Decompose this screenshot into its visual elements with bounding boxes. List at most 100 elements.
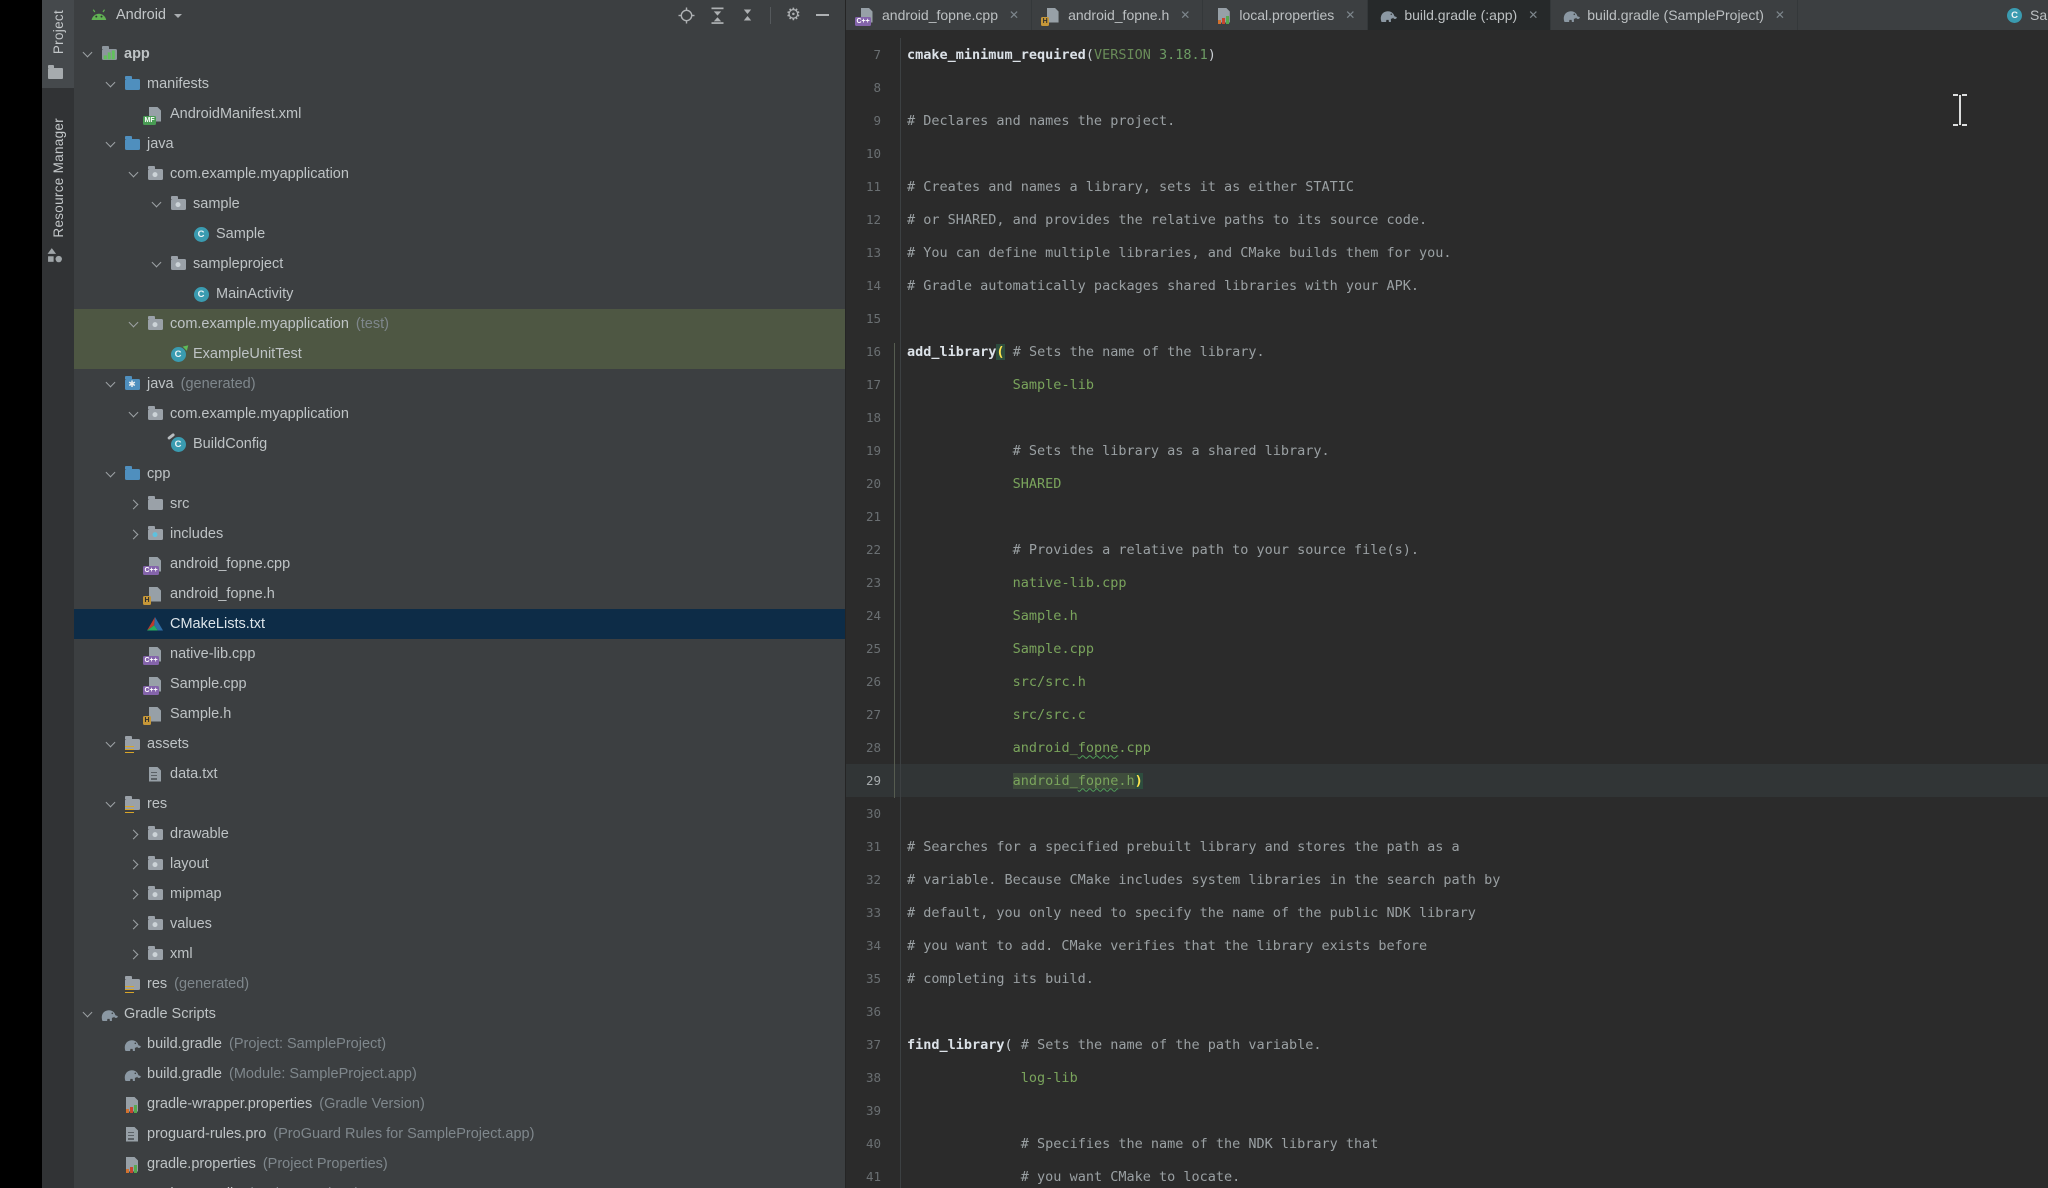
tree-item[interactable]: data.txt (74, 759, 845, 789)
code-text[interactable]: # Gradle automatically packages shared l… (901, 278, 1419, 294)
code-text[interactable]: # default, you only need to specify the … (901, 905, 1476, 921)
editor-tab[interactable]: CSample (1994, 0, 2048, 30)
tree-item[interactable]: sampleproject (74, 249, 845, 279)
chevron-down-icon[interactable] (103, 796, 119, 812)
settings-icon[interactable]: ⚙ (786, 7, 801, 24)
chevron-down-icon[interactable] (126, 406, 142, 422)
tree-item[interactable]: proguard-rules.pro(ProGuard Rules for Sa… (74, 1119, 845, 1149)
code-text[interactable]: add_library( # Sets the name of the libr… (901, 344, 1265, 360)
tree-item[interactable]: C++Sample.cpp (74, 669, 845, 699)
chevron-right-icon[interactable] (126, 886, 142, 902)
close-icon[interactable]: ✕ (1775, 8, 1785, 22)
hide-icon[interactable] (816, 14, 829, 16)
code-text[interactable]: # Creates and names a library, sets it a… (901, 179, 1354, 195)
tree-item[interactable]: values (74, 909, 845, 939)
editor-body[interactable]: 7cmake_minimum_required(VERSION 3.18.1)8… (846, 30, 2048, 1188)
code-text[interactable]: log-lib (901, 1070, 1078, 1086)
tree-item[interactable]: src (74, 489, 845, 519)
tree-item[interactable]: cpp (74, 459, 845, 489)
editor-tab[interactable]: C++android_fopne.cpp✕ (846, 0, 1032, 30)
tool-stripe-tab-resource-manager[interactable]: Resource Manager (42, 108, 74, 272)
tree-item[interactable]: settings.gradle(Project Settings) (74, 1179, 845, 1188)
project-view-selector[interactable]: Android (116, 7, 166, 23)
tree-item[interactable]: build.gradle(Module: SampleProject.app) (74, 1059, 845, 1089)
chevron-down-icon[interactable] (103, 376, 119, 392)
code-text[interactable]: Sample.h (901, 608, 1078, 624)
tree-item[interactable]: res(generated) (74, 969, 845, 999)
tree-item[interactable]: manifests (74, 69, 845, 99)
code-text[interactable]: android_fopne.cpp (901, 740, 1151, 756)
chevron-down-icon[interactable] (103, 736, 119, 752)
code-text[interactable]: src/src.h (901, 674, 1086, 690)
chevron-right-icon[interactable] (126, 496, 142, 512)
tree-item[interactable]: C++native-lib.cpp (74, 639, 845, 669)
tree-item[interactable]: ✱java(generated) (74, 369, 845, 399)
tree-item[interactable]: CMainActivity (74, 279, 845, 309)
expand-all-icon[interactable] (710, 7, 725, 24)
tree-item[interactable]: assets (74, 729, 845, 759)
chevron-down-icon[interactable] (149, 256, 165, 272)
tree-item[interactable]: com.example.myapplication (74, 159, 845, 189)
tree-item[interactable]: xml (74, 939, 845, 969)
close-icon[interactable]: ✕ (1528, 8, 1538, 22)
tool-stripe-tab-project[interactable]: Project (42, 0, 74, 88)
tree-item[interactable]: Gradle Scripts (74, 999, 845, 1029)
code-text[interactable]: # Declares and names the project. (901, 113, 1175, 129)
tree-item[interactable]: mipmap (74, 879, 845, 909)
editor-tab[interactable]: build.gradle (:app)✕ (1368, 0, 1551, 30)
code-text[interactable]: src/src.c (901, 707, 1086, 723)
editor-tab[interactable]: local.properties✕ (1203, 0, 1368, 30)
editor-tab[interactable]: build.gradle (SampleProject)✕ (1551, 0, 1798, 30)
code-text[interactable]: # variable. Because CMake includes syste… (901, 872, 1500, 888)
chevron-right-icon[interactable] (126, 946, 142, 962)
close-icon[interactable]: ✕ (1345, 8, 1355, 22)
code-text[interactable]: cmake_minimum_required(VERSION 3.18.1) (901, 47, 1216, 63)
chevron-down-icon[interactable] (149, 196, 165, 212)
tree-item[interactable]: res (74, 789, 845, 819)
tree-item[interactable]: layout (74, 849, 845, 879)
tree-item[interactable]: CBuildConfig (74, 429, 845, 459)
tree-item[interactable]: com.example.myapplication(test) (74, 309, 845, 339)
close-icon[interactable]: ✕ (1009, 8, 1019, 22)
tree-item[interactable]: sample (74, 189, 845, 219)
code-text[interactable]: # you want CMake to locate. (901, 1169, 1240, 1185)
tree-item[interactable]: Handroid_fopne.h (74, 579, 845, 609)
chevron-down-icon[interactable] (80, 1006, 96, 1022)
code-text[interactable]: Sample.cpp (901, 641, 1094, 657)
close-icon[interactable]: ✕ (1180, 8, 1190, 22)
tree-item[interactable]: HSample.h (74, 699, 845, 729)
chevron-down-icon[interactable] (126, 166, 142, 182)
tree-item[interactable]: MFAndroidManifest.xml (74, 99, 845, 129)
chevron-down-icon[interactable] (80, 46, 96, 62)
code-text[interactable]: # or SHARED, and provides the relative p… (901, 212, 1427, 228)
tree-item[interactable]: gradle-wrapper.properties(Gradle Version… (74, 1089, 845, 1119)
tree-item[interactable]: java (74, 129, 845, 159)
tree-item[interactable]: app (74, 39, 845, 69)
code-text[interactable]: # You can define multiple libraries, and… (901, 245, 1452, 261)
chevron-right-icon[interactable] (126, 826, 142, 842)
code-text[interactable]: # completing its build. (901, 971, 1094, 987)
locate-icon[interactable] (678, 7, 695, 24)
code-text[interactable]: native-lib.cpp (901, 575, 1126, 591)
chevron-down-icon[interactable] (103, 466, 119, 482)
code-text[interactable]: # Searches for a specified prebuilt libr… (901, 839, 1460, 855)
chevron-down-icon[interactable] (103, 136, 119, 152)
tree-item[interactable]: C++android_fopne.cpp (74, 549, 845, 579)
chevron-right-icon[interactable] (126, 916, 142, 932)
tree-item[interactable]: build.gradle(Project: SampleProject) (74, 1029, 845, 1059)
tree-item[interactable]: includes (74, 519, 845, 549)
code-text[interactable]: Sample-lib (901, 377, 1094, 393)
chevron-down-icon[interactable] (103, 76, 119, 92)
editor-tab[interactable]: Handroid_fopne.h✕ (1032, 0, 1203, 30)
code-text[interactable]: find_library( # Sets the name of the pat… (901, 1037, 1322, 1053)
tree-item[interactable]: gradle.properties(Project Properties) (74, 1149, 845, 1179)
code-text[interactable]: # Provides a relative path to your sourc… (901, 542, 1419, 558)
tree-item[interactable]: CExampleUnitTest (74, 339, 845, 369)
code-text[interactable]: # Specifies the name of the NDK library … (901, 1136, 1378, 1152)
chevron-right-icon[interactable] (126, 526, 142, 542)
tree-item[interactable]: com.example.myapplication (74, 399, 845, 429)
chevron-right-icon[interactable] (126, 856, 142, 872)
chevron-down-icon[interactable] (174, 14, 182, 22)
tree-item[interactable]: CSample (74, 219, 845, 249)
collapse-all-icon[interactable] (740, 8, 755, 22)
